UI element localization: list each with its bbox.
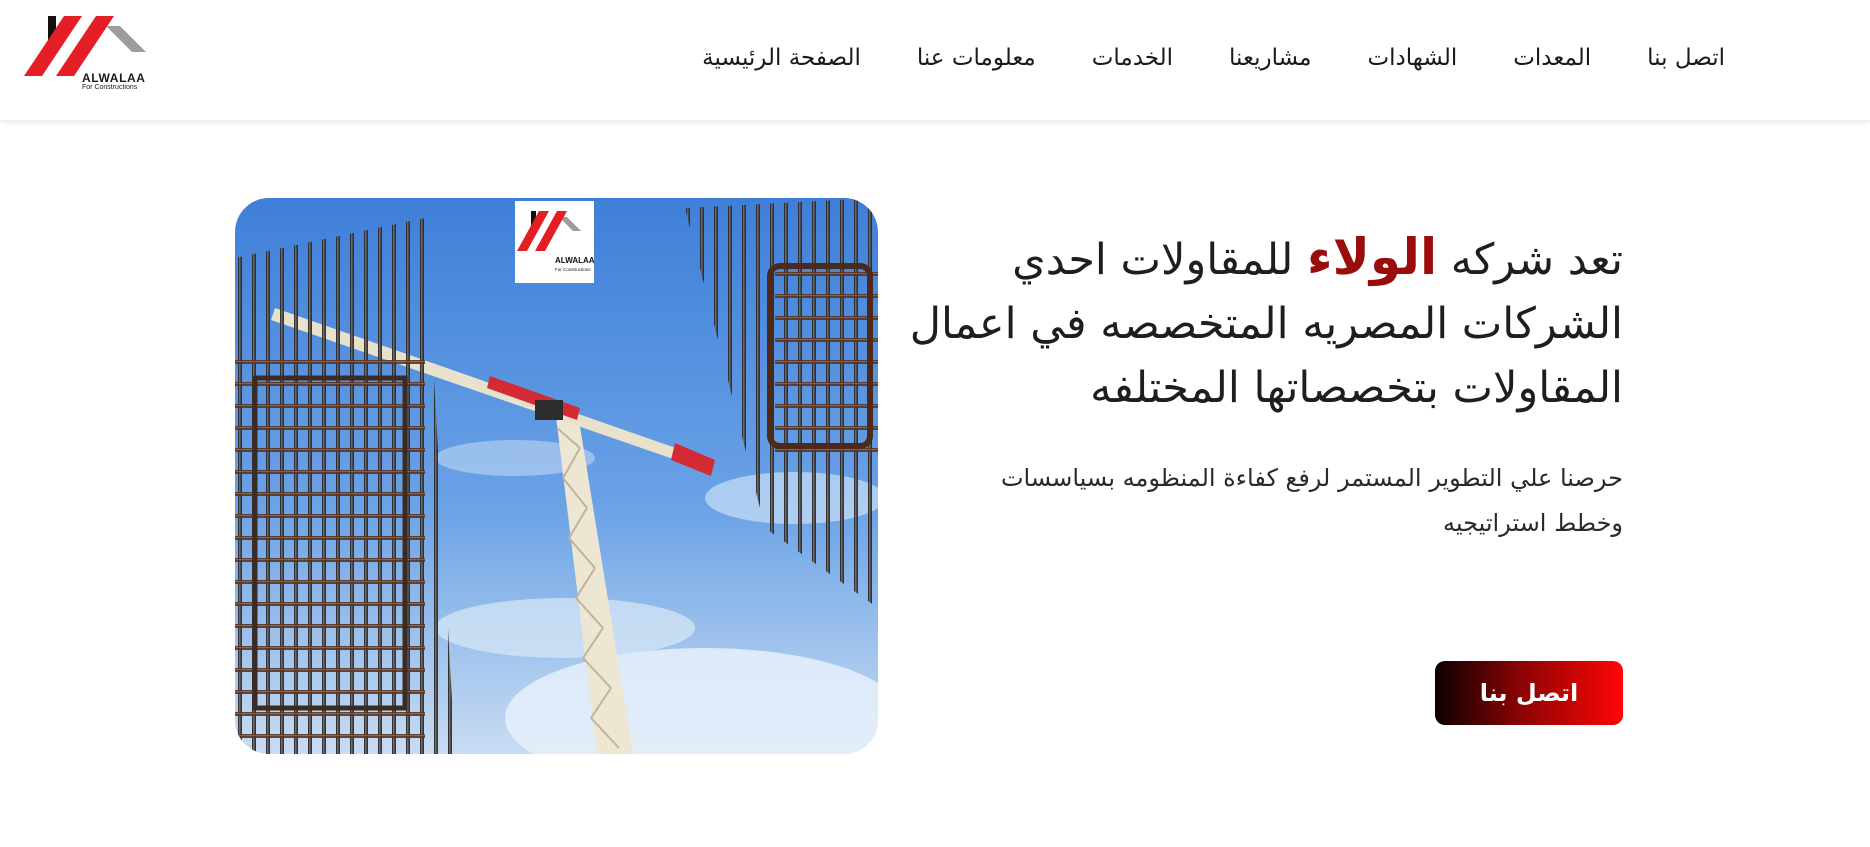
- site-header: ALWALAA For Constructions الصفحة الرئيسي…: [0, 0, 1870, 121]
- house-roof-logo-icon: [24, 16, 146, 76]
- nav-home[interactable]: الصفحة الرئيسية: [702, 40, 861, 76]
- headline-prefix: تعد شركه: [1450, 235, 1623, 285]
- hero-headline: تعد شركه الولاء للمقاولات احدي الشركات ا…: [903, 225, 1623, 420]
- nav-certificates[interactable]: الشهادات: [1367, 40, 1457, 76]
- hero-text-block: تعد شركه الولاء للمقاولات احدي الشركات ا…: [903, 225, 1623, 546]
- nav-about[interactable]: معلومات عنا: [917, 40, 1036, 76]
- brand-name: الولاء: [1307, 228, 1438, 286]
- nav-contact[interactable]: اتصل بنا: [1647, 40, 1725, 76]
- house-roof-logo-icon: ALWALAA For Constructions: [517, 211, 594, 272]
- nav-services[interactable]: الخدمات: [1092, 40, 1173, 76]
- hero-construction-image: ALWALAA For Constructions: [235, 198, 878, 754]
- contact-us-button[interactable]: اتصل بنا: [1435, 661, 1623, 725]
- badge-logo-name: ALWALAA: [555, 256, 594, 265]
- logo-tagline: For Constructions: [82, 84, 138, 91]
- main-nav: الصفحة الرئيسية معلومات عنا الخدمات مشار…: [702, 40, 1725, 76]
- nav-projects[interactable]: مشاريعنا: [1229, 40, 1311, 76]
- hero-lead: حرصنا علي التطوير المستمر لرفع كفاءة الم…: [1000, 464, 1623, 537]
- logo-name: ALWALAA: [82, 71, 146, 85]
- image-logo-badge: ALWALAA For Constructions: [515, 201, 594, 283]
- badge-logo-tagline: For Constructions: [555, 267, 591, 272]
- nav-equipment[interactable]: المعدات: [1513, 40, 1591, 76]
- site-logo[interactable]: ALWALAA For Constructions: [24, 14, 170, 94]
